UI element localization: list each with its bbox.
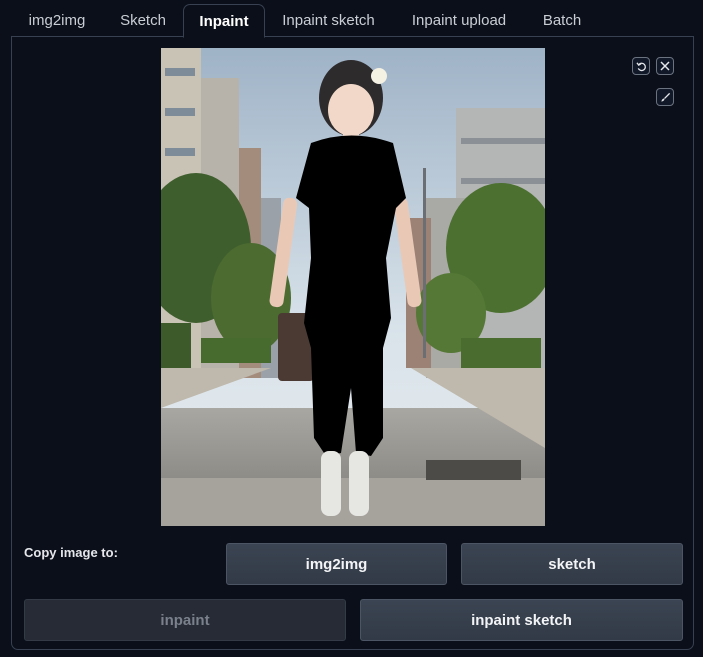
- tab-sketch[interactable]: Sketch: [107, 4, 179, 37]
- brush-button[interactable]: [656, 88, 674, 106]
- copy-to-sketch-button[interactable]: sketch: [461, 543, 683, 585]
- inpaint-image: [161, 48, 545, 526]
- tab-inpaint-sketch[interactable]: Inpaint sketch: [270, 4, 387, 37]
- undo-button[interactable]: [632, 57, 650, 75]
- inpaint-canvas[interactable]: [161, 48, 545, 526]
- tab-inpaint-upload[interactable]: Inpaint upload: [398, 4, 520, 37]
- brush-icon: [660, 92, 670, 102]
- tab-img2img[interactable]: img2img: [12, 4, 102, 37]
- copy-image-label: Copy image to:: [24, 545, 118, 560]
- copy-to-inpaint-button[interactable]: inpaint: [24, 599, 346, 641]
- copy-to-inpaint-sketch-button[interactable]: inpaint sketch: [360, 599, 683, 641]
- undo-icon: [635, 61, 646, 71]
- tab-batch[interactable]: Batch: [530, 4, 594, 37]
- tab-inpaint[interactable]: Inpaint: [183, 4, 265, 38]
- clear-button[interactable]: [656, 57, 674, 75]
- copy-to-img2img-button[interactable]: img2img: [226, 543, 447, 585]
- close-icon: [660, 61, 670, 71]
